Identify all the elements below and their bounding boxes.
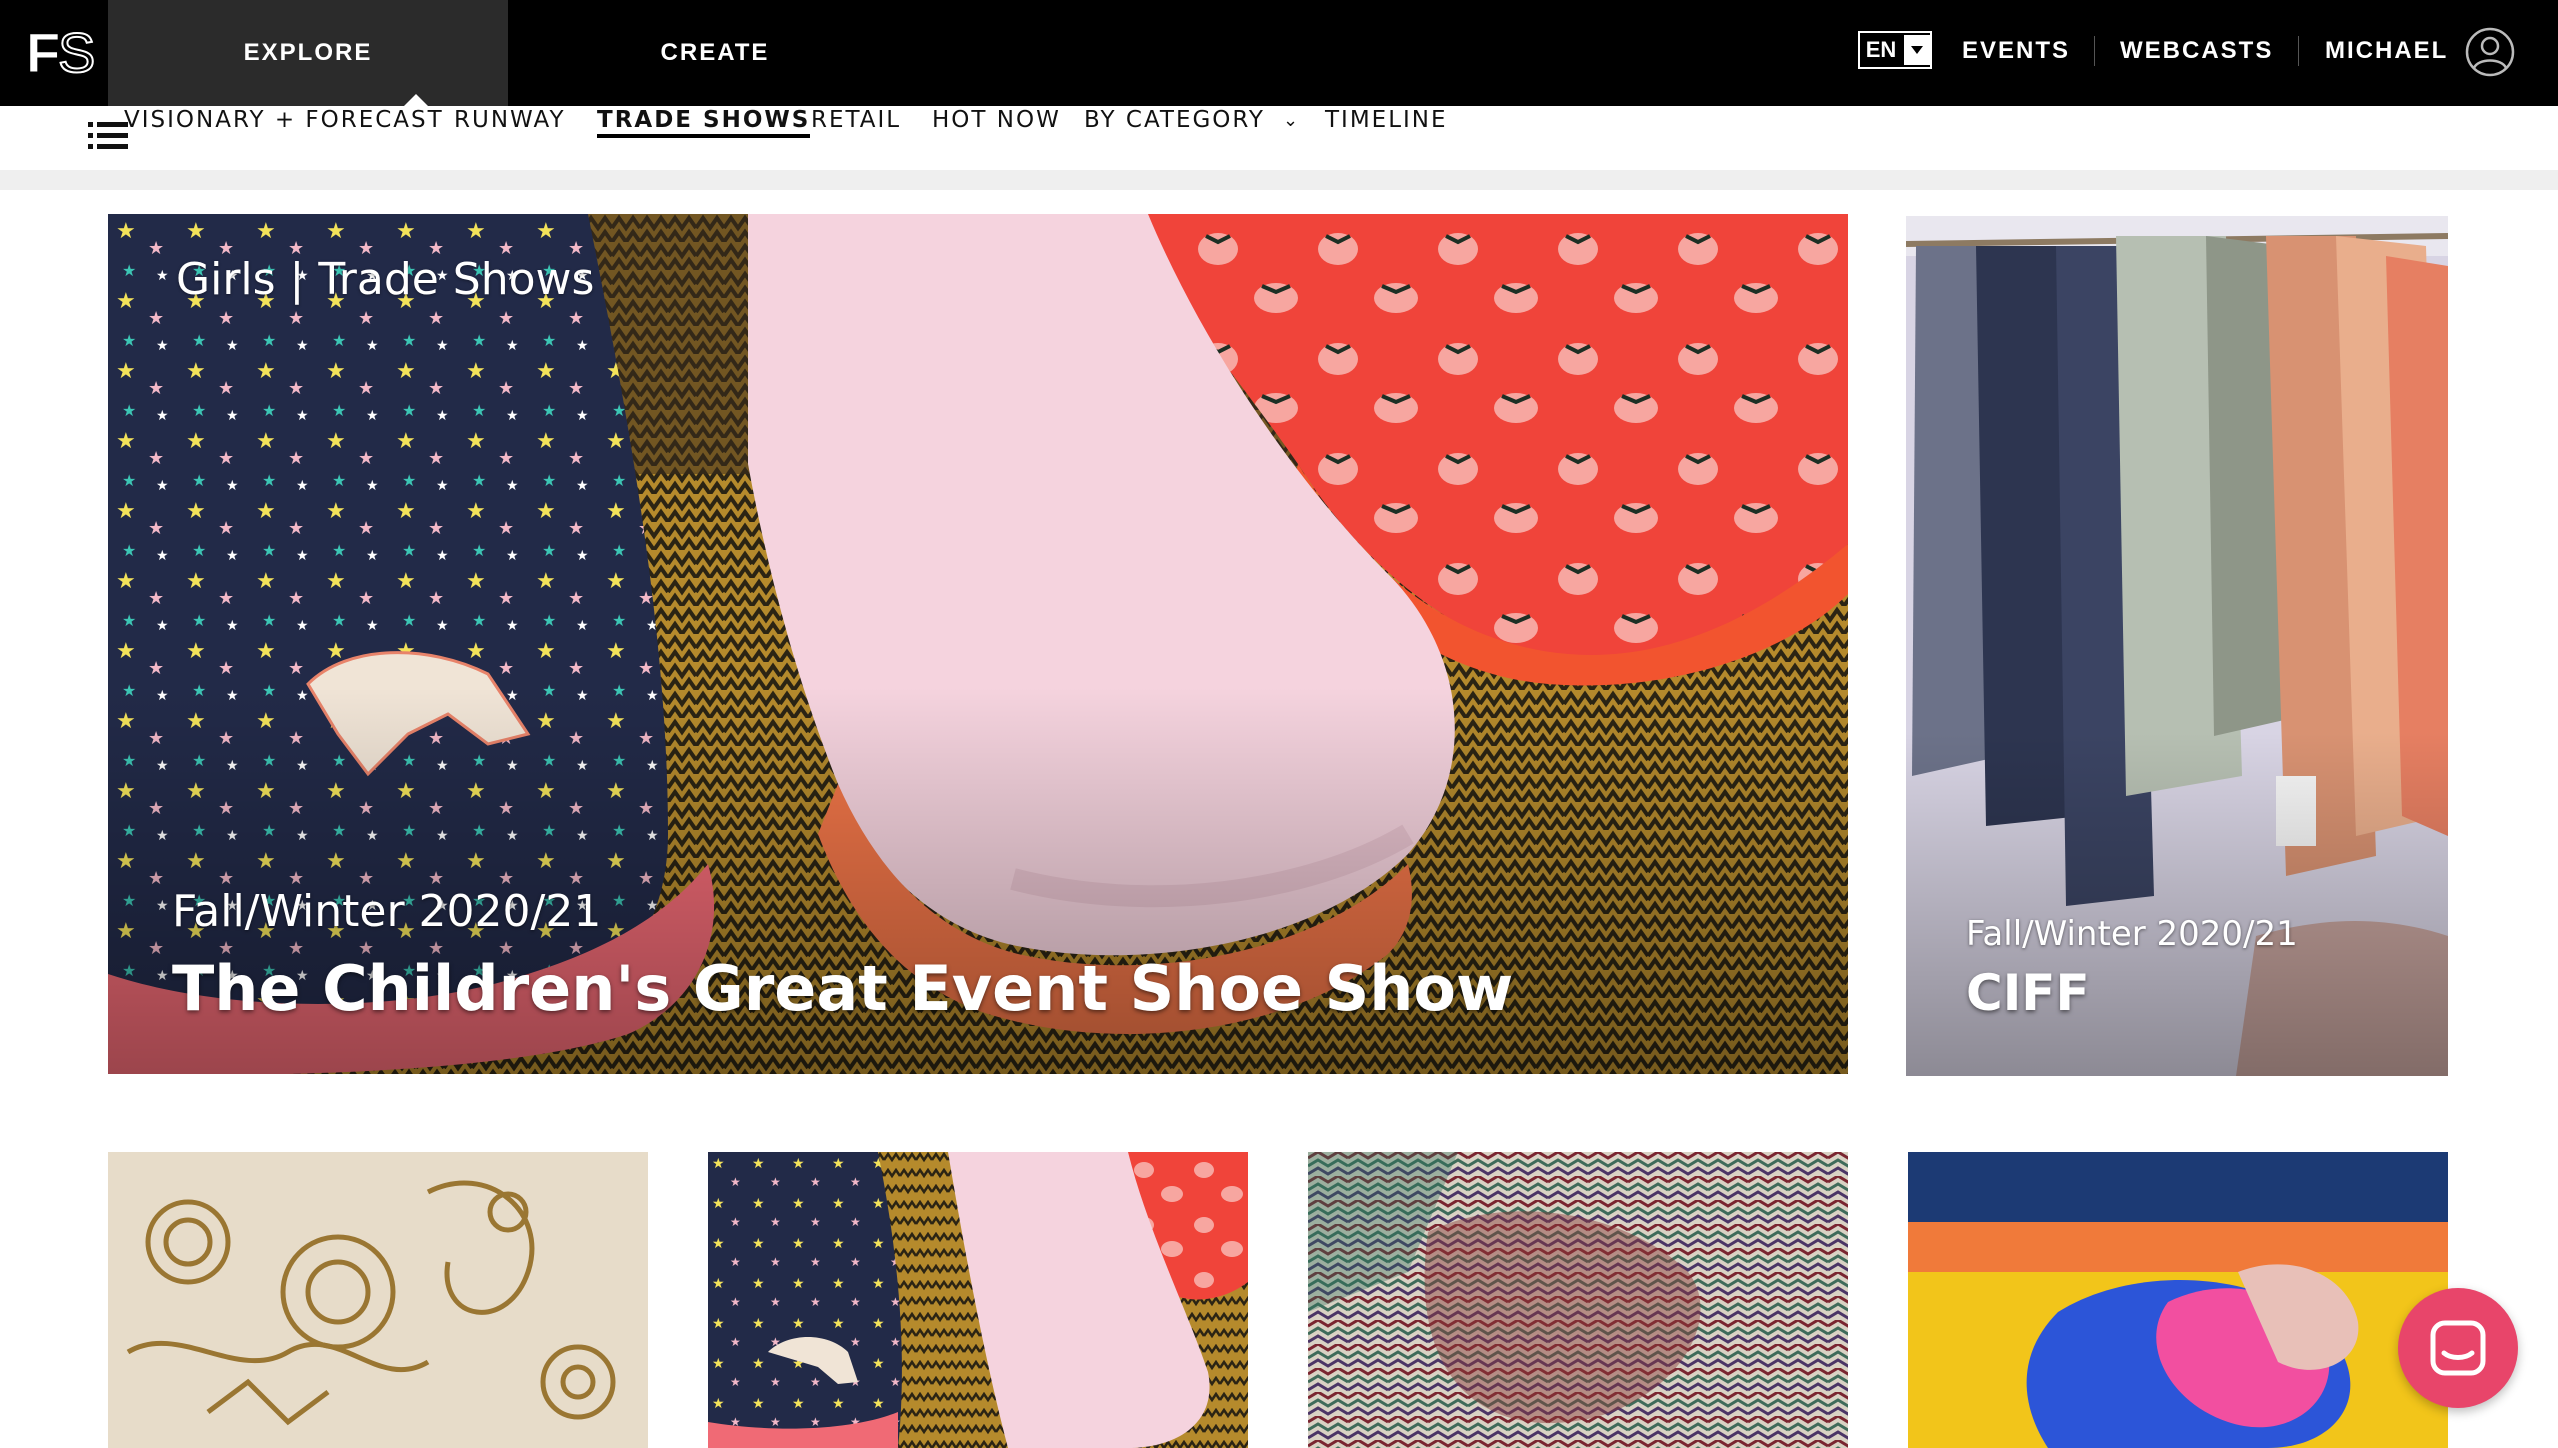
events-link[interactable]: EVENTS [1962,0,2070,102]
hero-side-title[interactable]: CIFF [1966,964,2090,1022]
tab-create-label: CREATE [660,39,770,66]
article-card-4[interactable] [1908,1152,2448,1448]
subnav-runway[interactable]: RUNWAY [454,106,566,134]
subnav-trade-shows[interactable]: TRADE SHOWS [597,106,811,138]
tab-create[interactable]: CREATE [560,0,870,106]
subnav-by-category-label: BY CATEGORY [1084,107,1265,133]
hero-main-season: Fall/Winter 2020/21 [172,886,602,937]
hero-main-title[interactable]: The Children's Great Event Shoe Show [172,952,1513,1025]
hero-main-category: Girls | Trade Shows [176,254,595,305]
language-code: EN [1865,37,1897,62]
user-circle-icon[interactable] [2465,27,2515,77]
subnav-hot-now[interactable]: HOT NOW [932,106,1061,134]
list-menu-icon[interactable] [88,116,128,156]
language-select[interactable]: EN [1858,31,1932,69]
tab-explore[interactable]: EXPLORE [108,0,508,107]
hero-main-image: ★ ★ ★ ★ [108,214,1848,1074]
hero-card-main[interactable]: ★ ★ ★ ★ [108,214,1848,1074]
sub-navigation: VISIONARY + FORECAST RUNWAY TRADE SHOWS … [0,106,2558,170]
top-navigation-bar: F S EXPLORE CREATE EN EVENTS WEBCASTS MI… [0,0,2558,107]
divider [2298,36,2299,66]
user-menu-link[interactable]: MICHAEL [2325,0,2448,102]
article-card-1[interactable] [108,1152,648,1448]
card-1-image [108,1152,648,1448]
fs-logo[interactable]: F S [26,22,104,80]
chevron-down-icon [1904,35,1930,65]
tab-explore-label: EXPLORE [243,39,373,66]
svg-text:S: S [58,22,95,80]
divider [2094,36,2095,66]
subnav-visionary-forecast[interactable]: VISIONARY + FORECAST [124,106,444,134]
hero-side-season: Fall/Winter 2020/21 [1966,914,2298,954]
card-3-image [1308,1152,1848,1448]
chevron-down-icon: ⌄ [1282,109,1301,131]
card-2-image: ★ ★ [708,1152,1248,1448]
article-card-2[interactable]: ★ ★ [708,1152,1248,1448]
hero-card-ciff[interactable]: Fall/Winter 2020/21 CIFF [1906,216,2448,1076]
chat-bubble-icon [2430,1320,2486,1376]
subnav-retail[interactable]: RETAIL [811,106,901,134]
subnav-by-category[interactable]: BY CATEGORY ⌄ [1084,106,1300,134]
section-divider [0,170,2558,190]
webcasts-link[interactable]: WEBCASTS [2120,0,2273,102]
article-card-3[interactable] [1308,1152,1848,1448]
chat-button[interactable] [2398,1288,2518,1408]
subnav-timeline[interactable]: TIMELINE [1325,106,1448,134]
card-4-image [1908,1152,2448,1448]
svg-text:F: F [26,22,60,80]
